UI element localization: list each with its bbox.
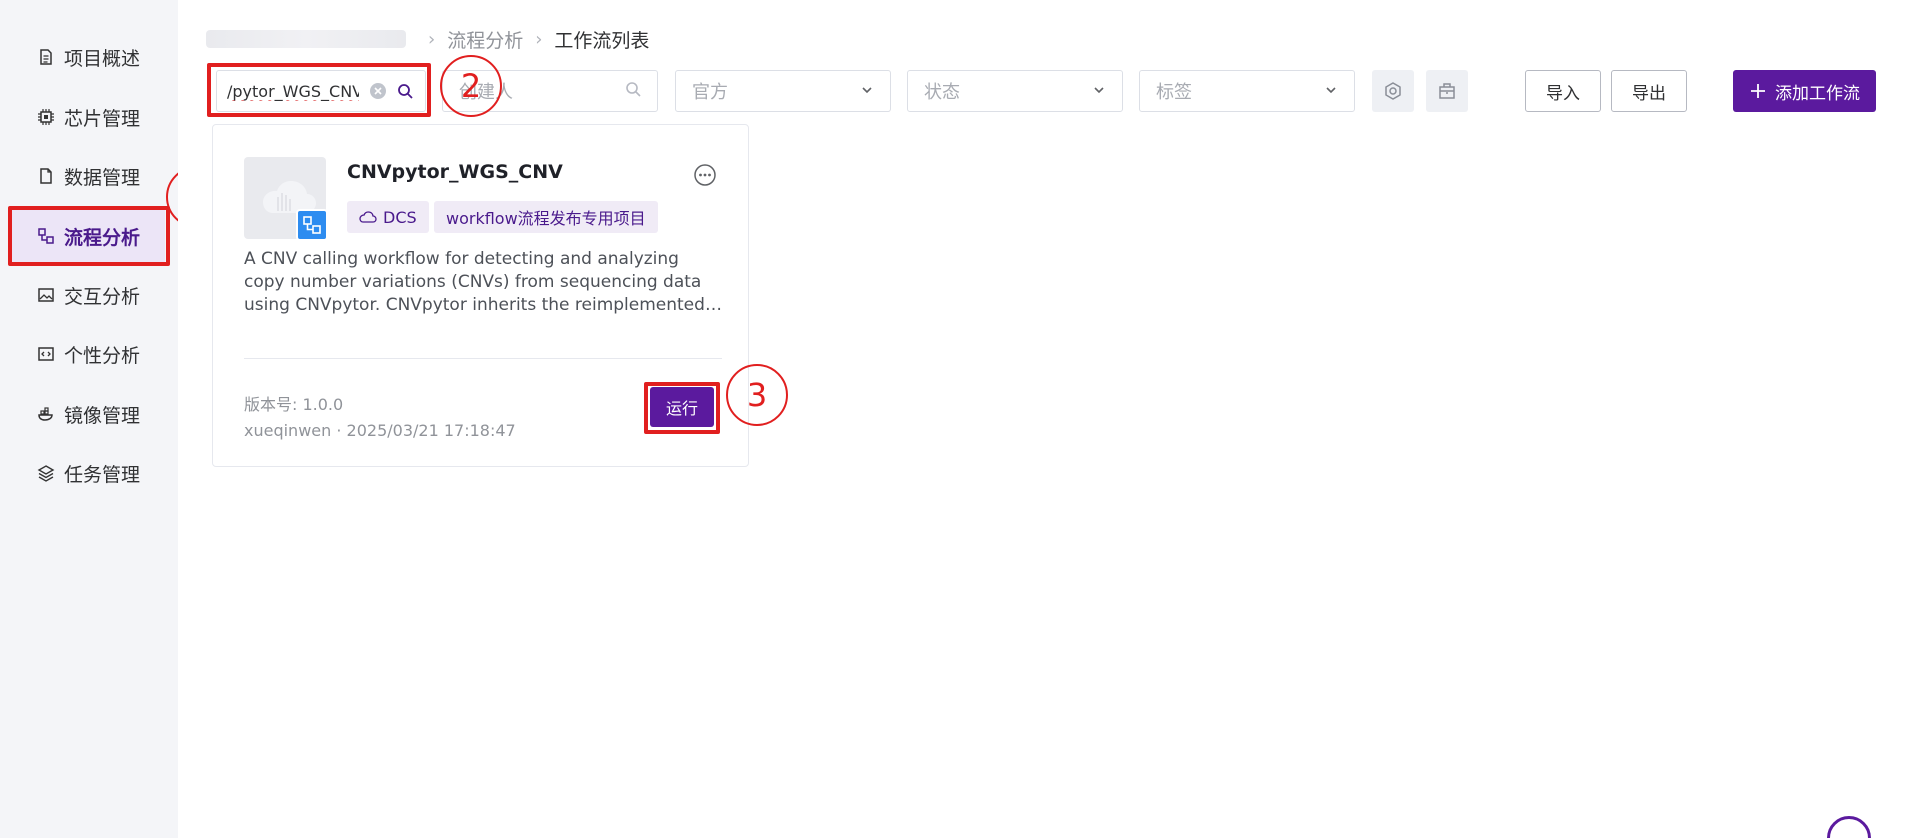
creator-search-input[interactable]: 创建人 [442,70,658,112]
breadcrumb-item[interactable]: 流程分析 [447,26,523,53]
chevron-down-icon [860,81,874,102]
sidebar: 项目概述 芯片管理 数据管理 流程分析 交互分析 个性分析 镜像管理 任务管理 [0,0,178,838]
chevron-right-icon: › [428,28,436,50]
plus-icon [1751,84,1765,98]
main-content: › 流程分析 › 工作流列表 /pytor_WGS_CNV 创建人 官方 状态 … [178,0,1911,838]
chevron-down-icon [1324,81,1338,102]
archive-button[interactable] [1426,70,1468,112]
card-divider [244,358,722,359]
flow-icon [303,216,321,234]
hexagon-settings-icon [1385,82,1401,100]
add-workflow-label: 添加工作流 [1775,83,1860,104]
run-button[interactable]: 运行 [650,387,714,427]
sidebar-item-label: 交互分析 [64,285,141,308]
file-icon [36,166,56,186]
import-button[interactable]: 导入 [1525,70,1601,112]
document-icon [36,47,56,67]
flow-icon [36,226,56,246]
creator-placeholder: 创建人 [459,82,513,103]
sidebar-item-image-management[interactable]: 镜像管理 [36,399,140,429]
breadcrumb: › 流程分析 › 工作流列表 [206,26,649,52]
search-input[interactable]: /pytor_WGS_CNV [216,70,426,112]
docker-icon [36,404,56,424]
sidebar-item-label: 芯片管理 [64,107,141,130]
sidebar-item-task-management[interactable]: 任务管理 [36,458,140,488]
tag-placeholder: 标签 [1156,82,1192,103]
chevron-down-icon [1092,81,1106,102]
tag-project: workflow流程发布专用项目 [434,201,658,233]
chevron-right-icon: › [535,28,543,50]
sidebar-item-label: 任务管理 [64,463,141,486]
sidebar-item-interactive-analysis[interactable]: 交互分析 [36,280,140,310]
status-select[interactable]: 状态 [907,70,1123,112]
sidebar-item-label: 个性分析 [64,344,141,367]
settings-button[interactable] [1372,70,1414,112]
more-options-icon[interactable] [693,163,717,191]
workflow-author-time: xueqinwen · 2025/03/21 17:18:47 [244,421,516,440]
source-value: 官方 [692,82,728,103]
code-icon [36,344,56,364]
tag-label: workflow流程发布专用项目 [446,209,646,228]
tag-select[interactable]: 标签 [1139,70,1355,112]
sidebar-item-label: 数据管理 [64,166,141,189]
breadcrumb-current: 工作流列表 [554,29,650,52]
sidebar-item-workflow-analysis[interactable]: 流程分析 [36,221,140,251]
help-float-icon[interactable] [1827,816,1871,838]
sidebar-item-chip-management[interactable]: 芯片管理 [36,102,140,132]
source-select[interactable]: 官方 [675,70,891,112]
tag-dcs: DCS [347,201,429,233]
search-value: /pytor_WGS_CNV [227,81,359,101]
image-icon [36,285,56,305]
status-placeholder: 状态 [924,82,960,103]
add-workflow-button[interactable]: 添加工作流 [1733,70,1876,112]
search-icon [625,81,641,102]
sidebar-item-label: 流程分析 [64,226,141,249]
workflow-title[interactable]: CNVpytor_WGS_CNV [347,161,563,183]
sidebar-item-custom-analysis[interactable]: 个性分析 [36,339,140,369]
export-button[interactable]: 导出 [1611,70,1687,112]
search-icon[interactable] [397,83,413,99]
layers-icon [36,463,56,483]
chip-icon [36,107,56,127]
sidebar-item-data-management[interactable]: 数据管理 [36,161,140,191]
sidebar-item-label: 镜像管理 [64,404,141,427]
sidebar-item-label: 项目概述 [64,47,141,70]
archive-icon [1439,83,1455,99]
workflow-card[interactable]: CNVpytor_WGS_CNV DCS workflow流程发布专用项目 A … [212,124,749,467]
breadcrumb-redacted [206,30,406,48]
workflow-description: A CNV calling workflow for detecting and… [244,249,705,315]
sidebar-item-project-overview[interactable]: 项目概述 [36,42,140,72]
workflow-version: 版本号: 1.0.0 [244,395,344,414]
workflow-type-badge [296,209,328,241]
cloud-icon [359,211,377,223]
workflow-thumbnail [244,157,328,241]
tag-label: DCS [383,207,417,227]
clear-icon[interactable] [369,82,387,100]
